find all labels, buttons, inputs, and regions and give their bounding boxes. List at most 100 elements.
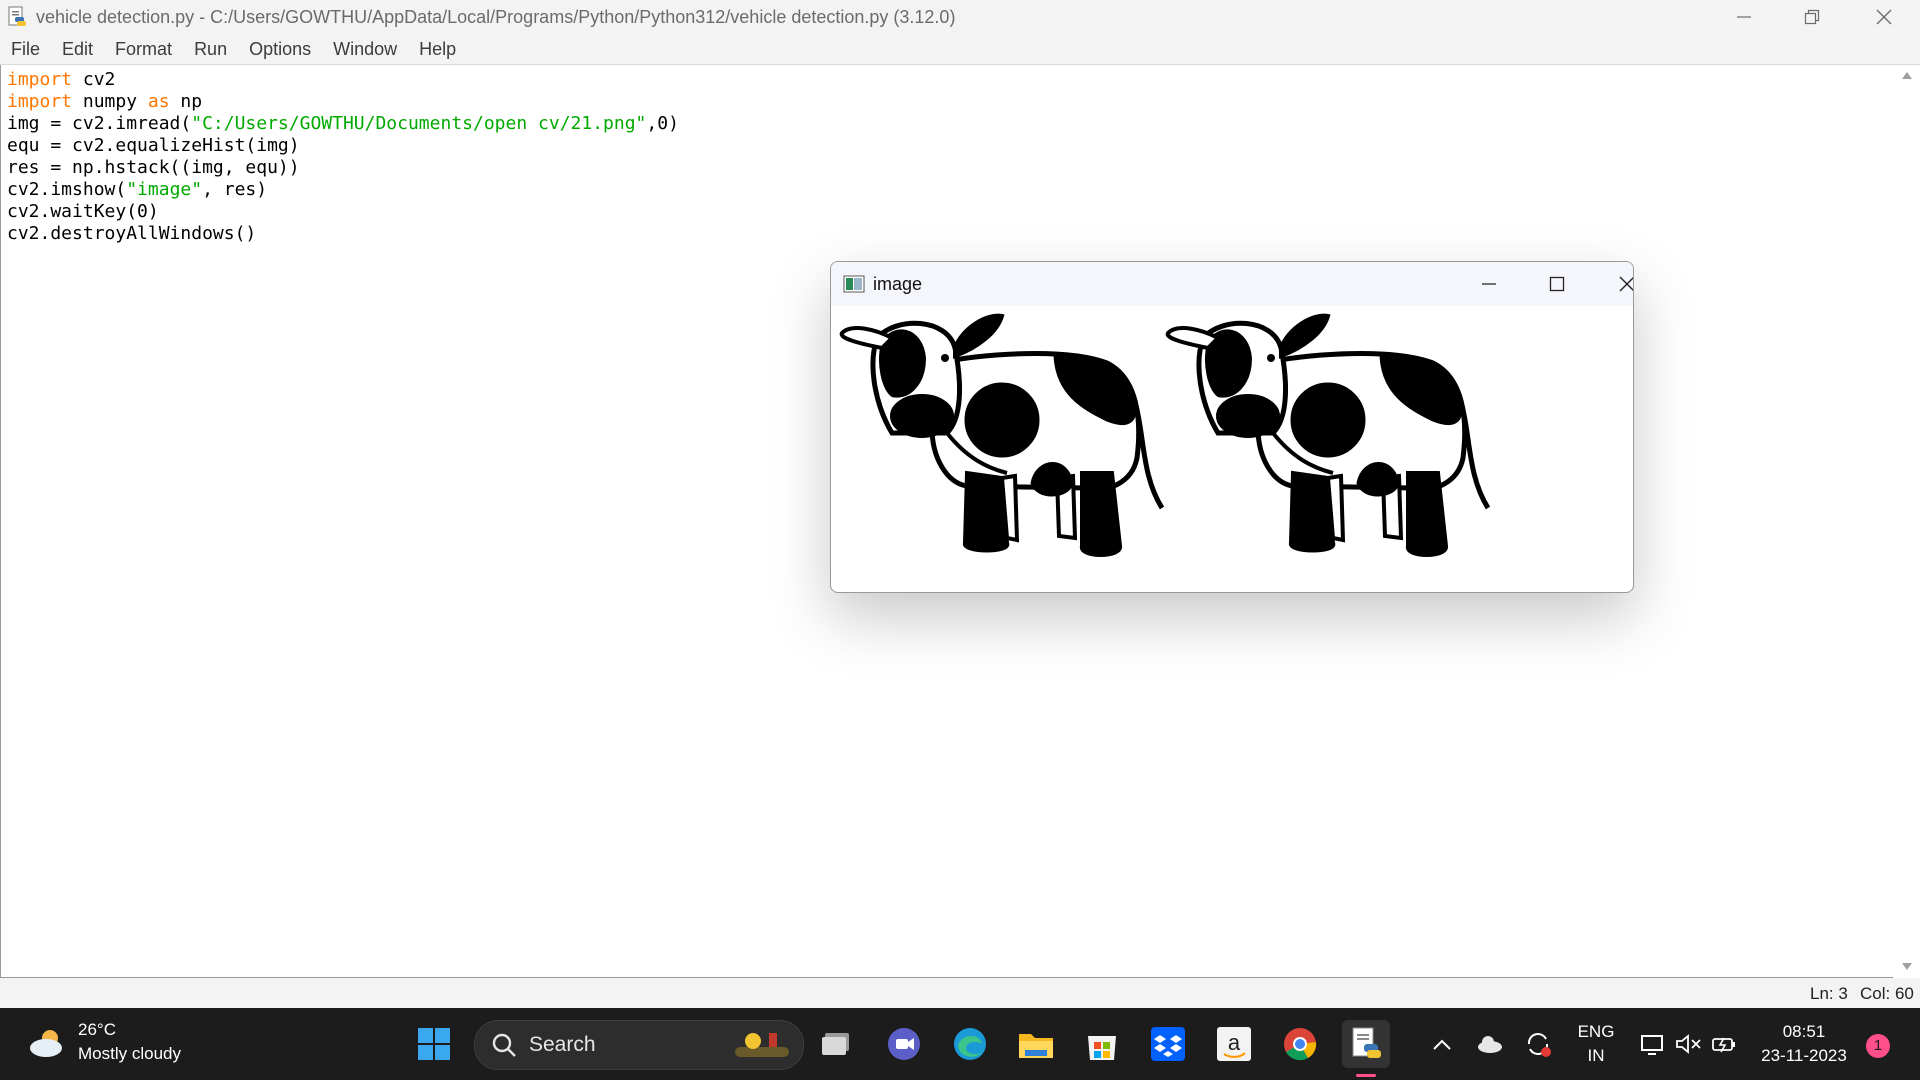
minimize-button[interactable] — [1712, 0, 1776, 34]
code-text[interactable]: import cv2 import numpy as np img = cv2.im… — [7, 69, 679, 245]
language-indicator[interactable]: ENG IN — [1570, 1020, 1622, 1068]
svg-text:a: a — [1228, 1030, 1241, 1055]
weather-widget[interactable]: 26°C Mostly cloudy — [26, 1018, 181, 1066]
edge-button[interactable] — [946, 1020, 994, 1068]
image-maximize-button[interactable] — [1527, 262, 1587, 306]
code-token: , res) — [202, 179, 268, 200]
amazon-button[interactable]: a — [1210, 1020, 1258, 1068]
edge-icon — [954, 1028, 986, 1060]
column-number: Col: 60 — [1860, 984, 1914, 1003]
taskbar: 26°C Mostly cloudy Search a ENG IN 08:51… — [0, 1008, 1920, 1080]
mute-icon — [1676, 1034, 1701, 1054]
menu-bar: File Edit Format Run Options Window Help — [0, 34, 1920, 65]
language-code: ENG — [1577, 1022, 1615, 1041]
chrome-button[interactable] — [1276, 1020, 1324, 1068]
title-bar: vehicle detection.py - C:/Users/GOWTHU/A… — [0, 0, 1920, 34]
code-token: ,0) — [646, 113, 679, 134]
battery-icon — [1712, 1037, 1735, 1053]
weather-temp: 26°C — [78, 1020, 116, 1039]
sync-icon — [1527, 1033, 1551, 1057]
menu-window[interactable]: Window — [322, 39, 408, 60]
amazon-icon: a — [1217, 1027, 1251, 1061]
maximize-icon — [1549, 276, 1565, 292]
image-window[interactable]: image — [830, 261, 1634, 593]
image-window-title: image — [873, 273, 923, 294]
status-bar: Ln: 3 Col: 60 — [0, 978, 1920, 1008]
restore-button[interactable] — [1780, 0, 1844, 34]
code-token: cv2.imshow( — [7, 179, 127, 200]
menu-run[interactable]: Run — [183, 39, 238, 60]
task-view-button[interactable] — [814, 1020, 862, 1068]
network-icon — [1641, 1035, 1663, 1055]
notification-badge[interactable]: 1 — [1866, 1034, 1890, 1058]
clock[interactable]: 08:51 23-11-2023 — [1756, 1020, 1852, 1068]
menu-edit[interactable]: Edit — [51, 39, 104, 60]
battery-button[interactable] — [1700, 1020, 1748, 1068]
idle-icon — [1352, 1027, 1381, 1058]
window-title: vehicle detection.py - C:/Users/GOWTHU/A… — [36, 6, 956, 27]
code-line[interactable]: import cv2 — [7, 69, 679, 91]
code-line[interactable]: cv2.destroyAllWindows() — [7, 223, 679, 245]
code-token: equ = cv2.equalizeHist(img) — [7, 135, 300, 156]
onedrive-icon — [1478, 1036, 1502, 1053]
taskbar-search[interactable]: Search — [474, 1020, 804, 1070]
line-number: Ln: 3 — [1810, 984, 1848, 1003]
image-app-icon — [843, 275, 865, 293]
equalized-cow — [1168, 316, 1488, 555]
close-icon — [1619, 276, 1633, 292]
code-token: res = np.hstack((img, equ)) — [7, 157, 300, 178]
show-hidden-icons-button[interactable] — [1418, 1020, 1466, 1068]
search-label: Search — [529, 1033, 596, 1056]
menu-help[interactable]: Help — [408, 39, 467, 60]
hstack-cow-image: .orig .spotA, .orig .spotB, .orig .spotC… — [837, 308, 1627, 588]
minimize-icon — [1482, 283, 1496, 285]
keyword-token: as — [147, 91, 170, 112]
keyword-token: import — [7, 69, 73, 90]
idle-button[interactable] — [1342, 1020, 1390, 1068]
menu-file[interactable]: File — [0, 39, 51, 60]
code-line[interactable]: cv2.waitKey(0) — [7, 201, 679, 223]
code-line[interactable]: res = np.hstack((img, equ)) — [7, 157, 679, 179]
dropbox-icon — [1151, 1027, 1185, 1061]
image-minimize-button[interactable] — [1459, 262, 1519, 306]
code-line[interactable]: img = cv2.imread("C:/Users/GOWTHU/Docume… — [7, 113, 679, 135]
teams-icon — [888, 1028, 920, 1060]
windows-start-icon — [418, 1028, 450, 1060]
region-code: IN — [1587, 1046, 1605, 1065]
teams-button[interactable] — [880, 1020, 928, 1068]
chrome-icon — [1284, 1028, 1317, 1061]
menu-format[interactable]: Format — [104, 39, 183, 60]
menu-options[interactable]: Options — [238, 39, 322, 60]
ms-store-button[interactable] — [1078, 1020, 1126, 1068]
code-token: cv2.destroyAllWindows() — [7, 223, 257, 244]
close-icon — [1876, 9, 1892, 25]
task-view-icon — [822, 1033, 849, 1055]
code-token: cv2.waitKey(0) — [7, 201, 159, 222]
image-close-button[interactable] — [1597, 262, 1633, 306]
code-token: img = cv2.imread( — [7, 113, 192, 134]
scrollbar-arrows — [1902, 72, 1912, 970]
start-button[interactable] — [410, 1020, 458, 1068]
clock-date: 23-11-2023 — [1761, 1046, 1847, 1065]
sync-button[interactable] — [1514, 1020, 1562, 1068]
close-button[interactable] — [1852, 0, 1916, 34]
code-token: numpy — [72, 91, 148, 112]
string-token: "C:/Users/GOWTHU/Documents/open cv/21.pn… — [191, 113, 647, 134]
restore-icon — [1804, 9, 1820, 25]
code-token: cv2 — [72, 69, 116, 90]
onedrive-button[interactable] — [1466, 1020, 1514, 1068]
vertical-scrollbar[interactable] — [1894, 65, 1920, 977]
keyword-token: import — [7, 91, 73, 112]
weather-desc: Mostly cloudy — [78, 1044, 181, 1063]
ms-store-icon — [1088, 1036, 1116, 1060]
dropbox-button[interactable] — [1144, 1020, 1192, 1068]
code-line[interactable]: equ = cv2.equalizeHist(img) — [7, 135, 679, 157]
file-explorer-icon — [1019, 1034, 1053, 1058]
code-line[interactable]: cv2.imshow("image", res) — [7, 179, 679, 201]
code-line[interactable]: import numpy as np — [7, 91, 679, 113]
search-highlight-icon — [735, 1033, 789, 1057]
file-explorer-button[interactable] — [1012, 1020, 1060, 1068]
chevron-up-icon — [1433, 1039, 1451, 1050]
search-icon — [492, 1033, 516, 1057]
active-app-indicator — [1356, 1074, 1376, 1077]
